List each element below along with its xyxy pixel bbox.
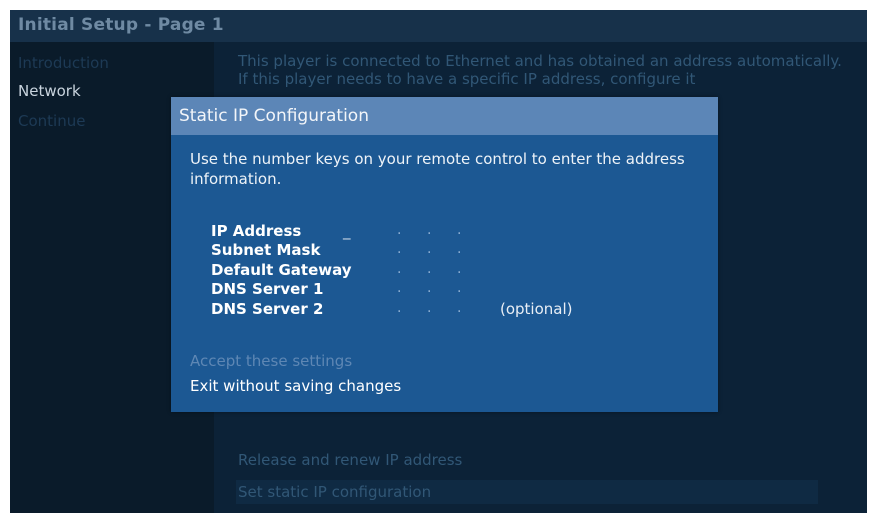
page-title: Initial Setup - Page 1 [18, 15, 224, 35]
dns-server-1-separator: . [397, 280, 402, 296]
dns-server-1-separator: . [457, 280, 462, 296]
dialog-instructions: Use the number keys on your remote contr… [190, 150, 685, 188]
set-static-ip-option[interactable]: Set static IP configuration [236, 480, 818, 504]
subnet-mask-separator: . [457, 241, 462, 257]
subnet-mask-label: Subnet Mask [211, 241, 321, 259]
dns-server-1-separator: . [427, 280, 432, 296]
nav-item-continue[interactable]: Continue [18, 112, 85, 130]
subnet-mask-separator: . [397, 241, 402, 257]
tv-screen: Initial Setup - Page 1 Introduction Netw… [10, 10, 867, 513]
dialog-title: Static IP Configuration [179, 106, 369, 126]
ip-address-separator: . [397, 222, 402, 238]
ip-address-separator: . [427, 222, 432, 238]
dns-server-2-separator: . [457, 300, 462, 316]
ip-address-label: IP Address [211, 222, 302, 240]
default-gateway-separator: . [427, 261, 432, 277]
release-renew-option[interactable]: Release and renew IP address [236, 448, 818, 472]
ip-address-separator: . [457, 222, 462, 238]
accept-settings-button[interactable]: Accept these settings [190, 352, 352, 370]
exit-without-saving-button[interactable]: Exit without saving changes [190, 377, 401, 395]
default-gateway-separator: . [397, 261, 402, 277]
subnet-mask-separator: . [427, 241, 432, 257]
nav-item-introduction[interactable]: Introduction [18, 54, 109, 72]
ip-entry-cursor: _ [343, 222, 351, 240]
default-gateway-separator: . [457, 261, 462, 277]
dns-server-2-label: DNS Server 2 [211, 300, 324, 318]
intro-text: This player is connected to Ethernet and… [238, 52, 842, 88]
title-bar: Initial Setup - Page 1 [10, 10, 867, 42]
dns-server-1-label: DNS Server 1 [211, 280, 324, 298]
dns-server-2-separator: . [427, 300, 432, 316]
optional-note: (optional) [500, 300, 573, 318]
static-ip-dialog: Static IP Configuration Use the number k… [171, 97, 718, 412]
dns-server-2-separator: . [397, 300, 402, 316]
nav-item-network[interactable]: Network [18, 82, 81, 100]
dialog-header: Static IP Configuration [171, 97, 718, 135]
default-gateway-label: Default Gateway [211, 261, 352, 279]
